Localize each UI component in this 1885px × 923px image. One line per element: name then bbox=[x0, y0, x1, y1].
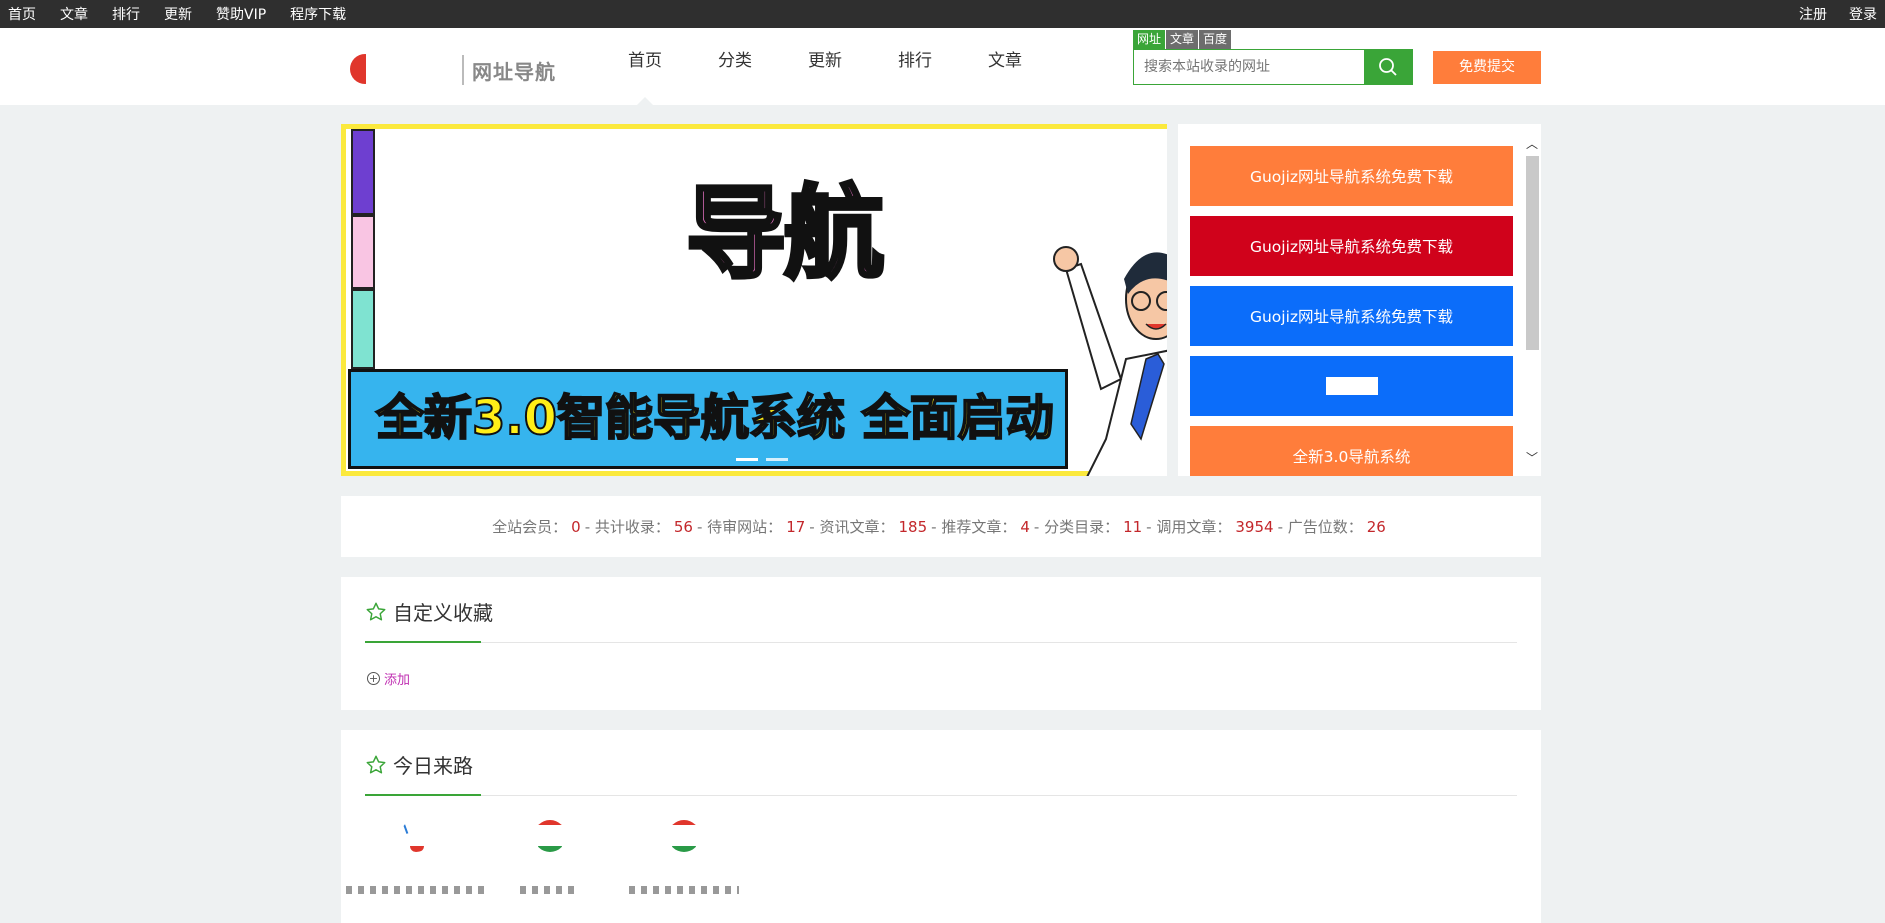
top-link-home[interactable]: 首页 bbox=[8, 4, 36, 24]
stat-value: 17 bbox=[786, 517, 806, 536]
register-link[interactable]: 注册 bbox=[1799, 4, 1827, 24]
stat-label: 调用文章： bbox=[1156, 518, 1232, 536]
carousel-dot[interactable] bbox=[736, 458, 758, 461]
site-stats: 全站会员： 0- 共计收录： 56- 待审网站： 17- 资讯文章： 185- 推荐文章… bbox=[341, 496, 1541, 557]
search-tab-sites[interactable]: 网址 bbox=[1133, 30, 1166, 49]
banner-title: 导航 bbox=[684, 175, 886, 292]
logo-text: 网址导航 bbox=[472, 59, 556, 84]
today-title: 今日来路 bbox=[365, 750, 473, 779]
site-header: 网址导航 首页 分类 更新 排行 文章 网址 文章 百度 免费提交 bbox=[0, 28, 1885, 105]
free-submit-button[interactable]: 免费提交 bbox=[1433, 51, 1541, 84]
site-favicon-icon bbox=[534, 820, 566, 852]
add-favorite-button[interactable]: + 添加 bbox=[367, 669, 410, 688]
carousel-dot[interactable] bbox=[766, 458, 788, 461]
ad-list-panel: Guojiz网址导航系统免费下载 Guojiz网址导航系统免费下载 Guojiz… bbox=[1178, 124, 1541, 476]
stat-label: 资讯文章： bbox=[819, 518, 895, 536]
stat-label: 分类目录： bbox=[1044, 518, 1120, 536]
top-link-download[interactable]: 程序下载 bbox=[290, 4, 346, 24]
banner-slogan: 全新3.0智能导航系统 全面启动 bbox=[375, 390, 1055, 446]
stat-value: 0 bbox=[571, 517, 581, 536]
visit-item[interactable] bbox=[629, 820, 739, 894]
stat-value: 185 bbox=[898, 517, 928, 536]
nav-home[interactable]: 首页 bbox=[600, 28, 690, 105]
title-underline bbox=[365, 641, 481, 643]
site-favicon-icon bbox=[668, 820, 700, 852]
stat-label: 共计收录： bbox=[594, 518, 670, 536]
stat-value: 4 bbox=[1020, 517, 1030, 536]
logo-mark bbox=[350, 50, 460, 90]
ad-scrollbar[interactable]: ︿ ﹀ bbox=[1523, 136, 1541, 466]
nav-updates[interactable]: 更新 bbox=[780, 28, 870, 105]
search-tabs: 网址 文章 百度 bbox=[1133, 30, 1232, 49]
main-nav: 首页 分类 更新 排行 文章 bbox=[600, 28, 1050, 105]
banner-slide: 导航 全新3.0智能导航系统 全面启动 bbox=[346, 129, 1167, 476]
nav-ranking[interactable]: 排行 bbox=[870, 28, 960, 105]
favorites-panel: 自定义收藏 + 添加 bbox=[341, 577, 1541, 710]
search-input[interactable] bbox=[1134, 50, 1364, 84]
ad-item[interactable]: 全新3.0导航系统 bbox=[1190, 426, 1513, 476]
favorites-title: 自定义收藏 bbox=[365, 597, 493, 626]
nav-articles[interactable]: 文章 bbox=[960, 28, 1050, 105]
search-tab-articles[interactable]: 文章 bbox=[1166, 30, 1199, 49]
ad-item[interactable] bbox=[1190, 356, 1513, 416]
ad-list: Guojiz网址导航系统免费下载 Guojiz网址导航系统免费下载 Guojiz… bbox=[1190, 146, 1513, 476]
stat-label: 全站会员： bbox=[492, 518, 568, 536]
cartoon-man-image bbox=[1053, 246, 1167, 476]
ad-item[interactable]: Guojiz网址导航系统免费下载 bbox=[1190, 146, 1513, 206]
today-title-text: 今日来路 bbox=[393, 754, 473, 778]
stat-value: 3954 bbox=[1235, 517, 1274, 536]
top-link-vip[interactable]: 赞助VIP bbox=[216, 4, 266, 24]
top-link-updates[interactable]: 更新 bbox=[164, 4, 192, 24]
top-bar: 首页 文章 排行 更新 赞助VIP 程序下载 注册 登录 bbox=[0, 0, 1885, 28]
stat-value: 56 bbox=[673, 517, 693, 536]
ad-blank-image bbox=[1325, 377, 1378, 395]
visit-name-blurred bbox=[520, 886, 580, 894]
stat-label: 待审网站： bbox=[707, 518, 783, 536]
carousel-dots bbox=[736, 458, 788, 461]
visit-item[interactable] bbox=[346, 820, 486, 894]
star-icon bbox=[366, 602, 386, 621]
search-box bbox=[1133, 49, 1413, 85]
top-links: 首页 文章 排行 更新 赞助VIP 程序下载 bbox=[8, 4, 370, 24]
stat-value: 11 bbox=[1123, 517, 1143, 536]
favorites-header: 自定义收藏 bbox=[365, 577, 1517, 643]
star-icon bbox=[366, 755, 386, 774]
nav-category[interactable]: 分类 bbox=[690, 28, 780, 105]
scroll-up-icon[interactable]: ︿ bbox=[1525, 136, 1539, 152]
favorites-title-text: 自定义收藏 bbox=[393, 601, 493, 625]
banner-deco-pink bbox=[351, 215, 375, 289]
search-tab-baidu[interactable]: 百度 bbox=[1199, 30, 1232, 49]
stat-value: 26 bbox=[1366, 517, 1386, 536]
banner-carousel[interactable]: 导航 全新3.0智能导航系统 全面启动 bbox=[341, 124, 1167, 476]
stat-label: 广告位数： bbox=[1287, 518, 1363, 536]
site-favicon-icon bbox=[400, 820, 432, 852]
search-icon bbox=[1379, 58, 1397, 76]
top-link-articles[interactable]: 文章 bbox=[60, 4, 88, 24]
add-label: 添加 bbox=[384, 673, 411, 688]
banner-deco-teal bbox=[351, 289, 375, 369]
visit-item[interactable] bbox=[495, 820, 605, 894]
search-button[interactable] bbox=[1364, 50, 1412, 84]
ad-item[interactable]: Guojiz网址导航系统免费下载 bbox=[1190, 286, 1513, 346]
visit-name-blurred bbox=[346, 886, 486, 894]
stat-label: 推荐文章： bbox=[941, 518, 1017, 536]
top-link-ranking[interactable]: 排行 bbox=[112, 4, 140, 24]
ad-item[interactable]: Guojiz网址导航系统免费下载 bbox=[1190, 216, 1513, 276]
site-logo[interactable]: 网址导航 bbox=[350, 48, 560, 92]
today-visits-panel: 今日来路 bbox=[341, 730, 1541, 923]
logo-separator bbox=[462, 55, 464, 85]
today-header: 今日来路 bbox=[365, 730, 1517, 796]
visit-list bbox=[346, 820, 739, 894]
plus-circle-icon: + bbox=[367, 672, 380, 685]
title-underline bbox=[365, 794, 481, 796]
user-links: 注册 登录 bbox=[1777, 4, 1877, 24]
banner-strip: 全新3.0智能导航系统 全面启动 bbox=[348, 369, 1068, 469]
visit-name-blurred bbox=[629, 886, 739, 894]
scroll-thumb[interactable] bbox=[1526, 156, 1539, 350]
banner-deco-purple bbox=[351, 129, 375, 215]
login-link[interactable]: 登录 bbox=[1849, 4, 1877, 24]
scroll-down-icon[interactable]: ﹀ bbox=[1525, 450, 1539, 466]
